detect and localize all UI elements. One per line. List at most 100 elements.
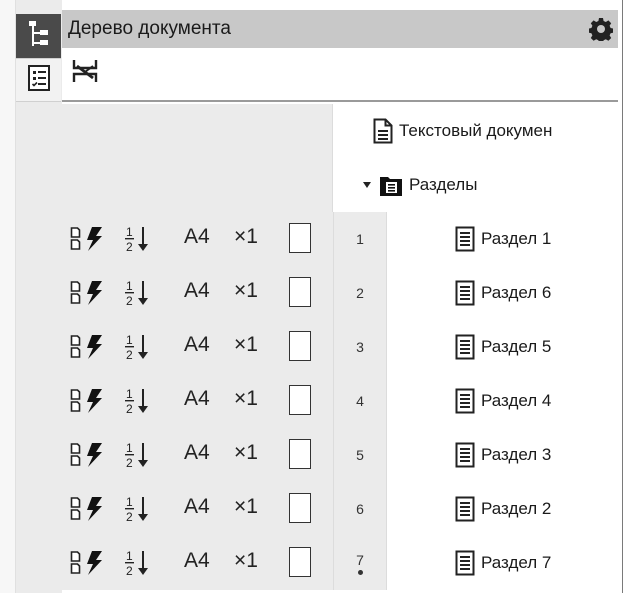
section-number: 2 xyxy=(356,285,364,301)
section-document-icon xyxy=(455,280,475,306)
tree-folder-row[interactable]: Разделы xyxy=(62,158,618,212)
section-document-icon xyxy=(455,496,475,522)
expand-arrow-icon[interactable] xyxy=(363,181,371,189)
page-orientation-icon[interactable] xyxy=(289,547,311,577)
text-document-icon xyxy=(373,118,393,144)
folder-name-cell: Разделы xyxy=(333,158,618,212)
section-label: Раздел 5 xyxy=(481,337,552,356)
section-name-cell: Раздел 3 xyxy=(387,428,618,482)
section-row[interactable]: 1 2 A4 ×1 5 Раздел 3 xyxy=(62,428,618,482)
tree-icon xyxy=(26,19,52,54)
section-row[interactable]: 1 2 A4 ×1 1 Раздел 1 xyxy=(62,212,618,266)
page-orientation-icon[interactable] xyxy=(289,331,311,361)
section-actions-cell: 1 2 xyxy=(62,482,184,536)
section-row[interactable]: 1 2 A4 ×1 2 Раздел 6 xyxy=(62,266,618,320)
svg-text:2: 2 xyxy=(126,456,133,470)
panel-title-bar: Дерево документа xyxy=(62,10,618,48)
panel-toolbar xyxy=(62,48,618,102)
sort-order-icon[interactable]: 1 2 xyxy=(124,332,152,367)
page-orientation-icon[interactable] xyxy=(289,493,311,523)
filter-icon[interactable] xyxy=(68,54,102,88)
section-format-cell: A4 ×1 xyxy=(184,428,333,482)
page-orientation-icon[interactable] xyxy=(289,385,311,415)
sheet-multiplier[interactable]: ×1 xyxy=(234,441,258,465)
svg-text:2: 2 xyxy=(126,294,133,308)
section-row[interactable]: 1 2 A4 ×1 7 Раздел 7 xyxy=(62,536,618,590)
svg-text:1: 1 xyxy=(126,279,133,293)
tree-root-row[interactable]: Текстовый докумен xyxy=(62,104,618,158)
section-actions-cell: 1 2 xyxy=(62,212,184,266)
sheet-format[interactable]: A4 xyxy=(184,495,210,519)
sort-order-icon[interactable]: 1 2 xyxy=(124,440,152,475)
sheet-multiplier[interactable]: ×1 xyxy=(234,387,258,411)
section-number: 5 xyxy=(356,447,364,463)
section-format-cell: A4 ×1 xyxy=(184,266,333,320)
document-tree-panel: Дерево документа Текстовый докумен Разде… xyxy=(62,0,623,593)
sheet-multiplier[interactable]: ×1 xyxy=(234,495,258,519)
svg-text:1: 1 xyxy=(126,441,133,455)
section-actions-cell: 1 2 xyxy=(62,320,184,374)
svg-text:1: 1 xyxy=(126,495,133,509)
sheet-format[interactable]: A4 xyxy=(184,441,210,465)
section-actions-cell: 1 2 xyxy=(62,374,184,428)
section-number-cell: 7 xyxy=(333,536,387,590)
lightning-doc-icon[interactable] xyxy=(70,388,106,419)
sheet-format[interactable]: A4 xyxy=(184,549,210,573)
section-document-icon xyxy=(455,442,475,468)
sort-order-icon[interactable]: 1 2 xyxy=(124,386,152,421)
section-actions-cell: 1 2 xyxy=(62,536,184,590)
lightning-doc-icon[interactable] xyxy=(70,280,106,311)
side-strip xyxy=(0,0,16,593)
properties-tab[interactable] xyxy=(16,58,61,102)
section-document-icon xyxy=(455,226,475,252)
section-actions-cell: 1 2 xyxy=(62,266,184,320)
section-number: 1 xyxy=(356,231,364,247)
lightning-doc-icon[interactable] xyxy=(70,334,106,365)
lightning-doc-icon[interactable] xyxy=(70,496,106,527)
section-label: Раздел 3 xyxy=(481,445,552,464)
section-name-cell: Раздел 1 xyxy=(387,212,618,266)
lightning-doc-icon[interactable] xyxy=(70,550,106,581)
sheet-multiplier[interactable]: ×1 xyxy=(234,225,258,249)
sheet-format[interactable]: A4 xyxy=(184,333,210,357)
section-document-icon xyxy=(455,388,475,414)
sheet-multiplier[interactable]: ×1 xyxy=(234,549,258,573)
svg-text:2: 2 xyxy=(126,240,133,254)
section-number-cell: 3 xyxy=(333,320,387,374)
lightning-doc-icon[interactable] xyxy=(70,442,106,473)
section-row[interactable]: 1 2 A4 ×1 3 Раздел 5 xyxy=(62,320,618,374)
svg-text:2: 2 xyxy=(126,348,133,362)
root-document-label: Текстовый докумен xyxy=(399,121,553,140)
page-orientation-icon[interactable] xyxy=(289,223,311,253)
folder-label: Разделы xyxy=(409,175,478,194)
sheet-format[interactable]: A4 xyxy=(184,225,210,249)
svg-text:2: 2 xyxy=(126,510,133,524)
sheet-format[interactable]: A4 xyxy=(184,387,210,411)
section-label: Раздел 7 xyxy=(481,553,552,572)
root-row-empty-cells xyxy=(62,104,333,158)
sheet-multiplier[interactable]: ×1 xyxy=(234,333,258,357)
section-format-cell: A4 ×1 xyxy=(184,212,333,266)
section-name-cell: Раздел 2 xyxy=(387,482,618,536)
section-number-cell: 5 xyxy=(333,428,387,482)
section-number-cell: 4 xyxy=(333,374,387,428)
sort-order-icon[interactable]: 1 2 xyxy=(124,224,152,259)
sort-order-icon[interactable]: 1 2 xyxy=(124,494,152,529)
sheet-multiplier[interactable]: ×1 xyxy=(234,279,258,303)
checklist-icon xyxy=(26,63,52,98)
page-orientation-icon[interactable] xyxy=(289,277,311,307)
section-row[interactable]: 1 2 A4 ×1 6 Раздел 2 xyxy=(62,482,618,536)
section-number-cell: 2 xyxy=(333,266,387,320)
gear-icon[interactable] xyxy=(584,12,618,46)
section-name-cell: Раздел 4 xyxy=(387,374,618,428)
section-row[interactable]: 1 2 A4 ×1 4 Раздел 4 xyxy=(62,374,618,428)
current-section-marker xyxy=(357,569,363,575)
section-number: 4 xyxy=(356,393,364,409)
lightning-doc-icon[interactable] xyxy=(70,226,106,257)
page-orientation-icon[interactable] xyxy=(289,439,311,469)
sort-order-icon[interactable]: 1 2 xyxy=(124,548,152,583)
sort-order-icon[interactable]: 1 2 xyxy=(124,278,152,313)
sheet-format[interactable]: A4 xyxy=(184,279,210,303)
document-tree-tab[interactable] xyxy=(16,14,61,58)
document-tree-window: Дерево документа Текстовый докумен Разде… xyxy=(0,0,623,593)
